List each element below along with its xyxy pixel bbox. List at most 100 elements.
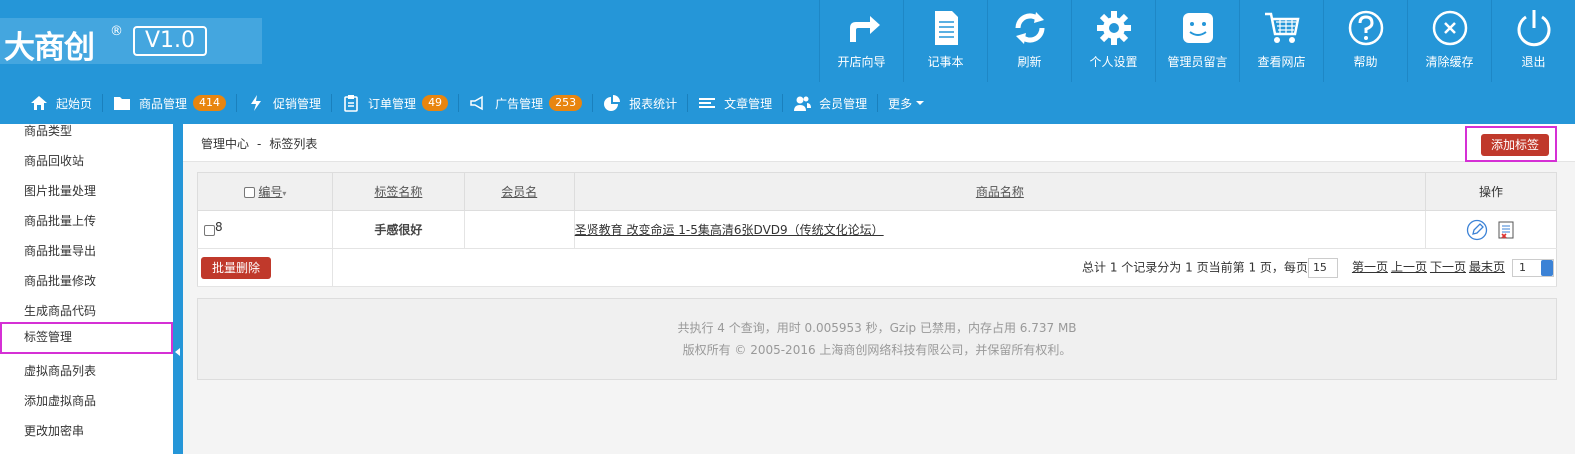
pager-text: 个记录分为 — [1121, 260, 1182, 274]
menu-more-label: 更多 — [888, 96, 913, 111]
bulk-action-cell: 批量删除 — [197, 248, 333, 287]
sidebar-item-batch-export[interactable]: 商品批量导出 — [0, 236, 173, 266]
logout-button[interactable]: 退出 — [1491, 0, 1575, 82]
refresh-label: 刷新 — [1017, 55, 1042, 69]
next-page-link[interactable]: 下一页 — [1430, 260, 1466, 274]
breadcrumb-bar: 管理中心 - 标签列表 添加标签 — [183, 124, 1575, 162]
pager-text: 页，每页 — [1259, 260, 1308, 274]
sidebar-item-add-virtual[interactable]: 添加虚拟商品 — [0, 386, 173, 416]
menu-promotion[interactable]: 促销管理 — [237, 82, 331, 124]
refresh-button[interactable]: 刷新 — [987, 0, 1071, 82]
menu-ads[interactable]: 广告管理 253 — [459, 82, 592, 124]
column-header-tag[interactable]: 标签名称 — [331, 172, 465, 211]
sidebar: 商品类型 商品回收站 图片批量处理 商品批量上传 商品批量导出 商品批量修改 生… — [0, 124, 173, 454]
sort-by-goods-link[interactable]: 商品名称 — [976, 185, 1024, 199]
menu-more[interactable]: 更多 — [878, 82, 934, 124]
sidebar-item-goods-type[interactable]: 商品类型 — [0, 124, 173, 146]
menu-orders-label: 订单管理 — [368, 96, 417, 111]
column-header-ops: 操作 — [1425, 172, 1557, 211]
pager-pages: 1 — [1185, 260, 1193, 274]
logout-label: 退出 — [1521, 55, 1546, 69]
main-menu-bar: 起始页 商品管理 414 促销管理 订单管理 49 广告管理 253 报表统计 … — [0, 82, 1575, 124]
page-jump-select[interactable]: 1 — [1512, 258, 1554, 277]
sidebar-item-image-batch[interactable]: 图片批量处理 — [0, 176, 173, 206]
column-header-member[interactable]: 会员名 — [463, 172, 575, 211]
notepad-button[interactable]: 记事本 — [903, 0, 987, 82]
cart-icon — [1264, 12, 1300, 43]
menu-articles[interactable]: 文章管理 — [688, 82, 782, 124]
logo-version: V1.0 — [133, 26, 207, 56]
table-row: 8 手感很好 圣贤教育 改变命运 1-5集高清6张DVD9（传统文化论坛） — [197, 210, 1557, 249]
first-page-link[interactable]: 第一页 — [1352, 260, 1388, 274]
logo[interactable]: 大商创 ® V1.0 — [0, 18, 262, 66]
sidebar-item-batch-edit[interactable]: 商品批量修改 — [0, 266, 173, 296]
main-content: 管理中心-标签列表 添加标签 编号▾ 标签名称 会员名 商品名称 操作 8 — [183, 124, 1575, 454]
row-id-cell: 8 — [197, 210, 333, 249]
collapse-arrow-icon — [175, 348, 180, 356]
top-nav: 开店向导 记事本 刷新 个人设置 管理员留言 查看网店 帮助 清除缓存 退出 — [819, 0, 1575, 82]
view-shop-button[interactable]: 查看网店 — [1239, 0, 1323, 82]
breadcrumb: 管理中心 - 标签列表 — [201, 135, 317, 152]
menu-reports[interactable]: 报表统计 — [593, 82, 687, 124]
per-page-input[interactable]: 15 — [1307, 257, 1338, 278]
top-header: 大商创 ® V1.0 开店向导 记事本 刷新 个人设置 管理员留言 查看网店 帮… — [0, 0, 1575, 82]
admin-message-label: 管理员留言 — [1167, 55, 1228, 69]
row-goods-link[interactable]: 圣贤教育 改变命运 1-5集高清6张DVD9（传统文化论坛） — [575, 223, 884, 237]
goods-count-badge: 414 — [193, 95, 227, 111]
notepad-icon — [934, 11, 958, 45]
shop-wizard-button[interactable]: 开店向导 — [819, 0, 903, 82]
add-tag-button[interactable]: 添加标签 — [1481, 134, 1549, 156]
menu-articles-label: 文章管理 — [724, 96, 773, 111]
query-stats: 共执行 4 个查询，用时 0.005953 秒，Gzip 已禁用，内存占用 6.… — [677, 321, 1077, 335]
menu-members-label: 会员管理 — [819, 96, 868, 111]
delete-icon[interactable] — [1496, 220, 1516, 240]
clear-cache-button[interactable]: 清除缓存 — [1407, 0, 1491, 82]
pager-text: 总计 — [1081, 260, 1106, 274]
column-header-id[interactable]: 编号▾ — [197, 172, 333, 211]
menu-ads-label: 广告管理 — [495, 96, 544, 111]
sidebar-item-virtual-list[interactable]: 虚拟商品列表 — [0, 356, 173, 386]
pager-current: 1 — [1248, 260, 1257, 274]
bulk-delete-button[interactable]: 批量删除 — [201, 256, 271, 279]
sort-by-tag-link[interactable]: 标签名称 — [374, 185, 422, 199]
column-header-goods[interactable]: 商品名称 — [573, 172, 1427, 211]
prev-page-link[interactable]: 上一页 — [1391, 260, 1427, 274]
help-button[interactable]: 帮助 — [1323, 0, 1407, 82]
tag-table: 编号▾ 标签名称 会员名 商品名称 操作 8 手感很好 圣贤教育 改变命运 1-… — [197, 172, 1558, 287]
menu-home[interactable]: 起始页 — [20, 82, 102, 124]
menu-home-label: 起始页 — [56, 96, 93, 111]
menu-goods[interactable]: 商品管理 414 — [103, 82, 236, 124]
sidebar-item-batch-upload[interactable]: 商品批量上传 — [0, 206, 173, 236]
clipboard-icon — [344, 95, 358, 112]
folder-icon — [114, 97, 131, 110]
ads-count-badge: 253 — [549, 95, 583, 111]
pager-text: 页当前第 — [1196, 260, 1245, 274]
add-tag-highlight: 添加标签 — [1465, 126, 1557, 162]
sidebar-item-tag-management[interactable]: 标签管理 — [0, 322, 173, 354]
row-member — [464, 210, 575, 249]
admin-message-button[interactable]: 管理员留言 — [1155, 0, 1239, 82]
last-page-link[interactable]: 最末页 — [1469, 260, 1505, 274]
pager-total: 1 — [1109, 260, 1118, 274]
select-all-checkbox[interactable] — [243, 187, 255, 198]
page-footer: 共执行 4 个查询，用时 0.005953 秒，Gzip 已禁用，内存占用 6.… — [197, 298, 1557, 380]
sidebar-collapse-handle[interactable] — [173, 124, 183, 454]
clear-cache-icon — [1432, 10, 1467, 46]
sort-by-member-link[interactable]: 会员名 — [501, 185, 537, 199]
sort-by-id-link[interactable]: 编号 — [258, 185, 282, 199]
breadcrumb-root[interactable]: 管理中心 — [201, 137, 249, 151]
row-goods-cell: 圣贤教育 改变命运 1-5集高清6张DVD9（传统文化论坛） — [574, 210, 1427, 249]
sidebar-item-change-key[interactable]: 更改加密串 — [0, 416, 173, 446]
row-id: 8 — [215, 219, 223, 234]
message-icon — [1182, 13, 1213, 43]
menu-orders[interactable]: 订单管理 49 — [332, 82, 458, 124]
sidebar-item-goods-recycle[interactable]: 商品回收站 — [0, 146, 173, 176]
menu-members[interactable]: 会员管理 — [783, 82, 877, 124]
edit-icon[interactable] — [1466, 219, 1488, 241]
copyright: 版权所有 © 2005-2016 上海商创网络科技有限公司，并保留所有权利。 — [682, 343, 1072, 357]
personal-settings-button[interactable]: 个人设置 — [1071, 0, 1155, 82]
home-icon — [31, 96, 47, 110]
orders-count-badge: 49 — [422, 95, 449, 111]
lightning-icon — [251, 95, 262, 111]
row-checkbox[interactable] — [204, 224, 215, 236]
